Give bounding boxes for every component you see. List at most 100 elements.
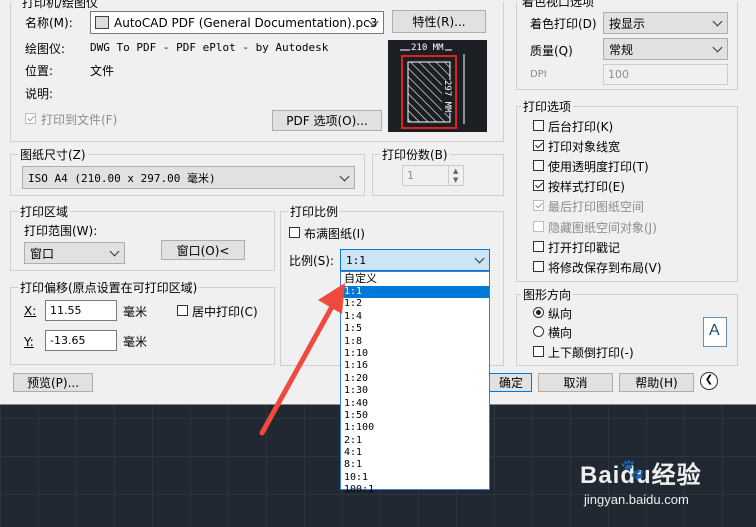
chevron-down-icon	[474, 253, 485, 264]
printer-group-title: 打印机/绘图仪	[22, 0, 99, 10]
orientation-page-icon: A	[703, 317, 727, 347]
plotter-label: 绘图仪:	[25, 42, 66, 56]
paper-size-value: ISO A4 (210.00 x 297.00 毫米)	[28, 171, 216, 185]
plot-option-checkbox[interactable]	[533, 200, 544, 212]
collapse-options-button[interactable]: ❮	[700, 372, 718, 390]
orientation-title: 图形方向	[521, 286, 574, 303]
portrait-label: 纵向	[548, 307, 573, 321]
scale-option[interactable]: 1:2	[341, 298, 489, 310]
scale-option[interactable]: 1:30	[341, 385, 489, 397]
plot-option-checkbox[interactable]	[533, 140, 544, 152]
shaded-viewport-title: 着色视口选项	[522, 0, 595, 9]
scale-option[interactable]: 1:4	[341, 311, 489, 323]
plot-to-file-label: 打印到文件(F)	[41, 113, 118, 127]
location-label: 位置:	[25, 64, 54, 78]
shade-plot-value: 按显示	[609, 16, 646, 31]
scale-value: 1:1	[346, 253, 366, 267]
scale-option[interactable]: 1:100	[341, 422, 489, 434]
copies-value: 1	[407, 169, 414, 182]
offset-x-input[interactable]: 11.55	[45, 300, 117, 321]
printer-name-label: 名称(M):	[25, 16, 73, 30]
plot-area-title: 打印区域	[18, 203, 71, 220]
quality-select[interactable]: 常规	[603, 38, 728, 60]
spin-down-icon: ▼	[453, 176, 459, 184]
upside-down-label: 上下颠倒打印(-)	[548, 346, 634, 360]
plot-options-title: 打印选项	[521, 98, 574, 115]
plot-option-checkbox[interactable]	[533, 180, 544, 192]
center-plot-checkbox[interactable]	[177, 305, 188, 316]
description-label: 说明:	[25, 87, 54, 101]
scale-label: 比例(S):	[289, 254, 335, 268]
scale-option[interactable]: 8:1	[341, 459, 489, 471]
offset-y-label: Y:	[24, 335, 34, 349]
help-button[interactable]: 帮助(H)	[619, 373, 694, 392]
plot-option-checkbox[interactable]	[533, 160, 544, 172]
scale-option[interactable]: 自定义	[341, 272, 489, 286]
plot-range-select[interactable]: 窗口	[24, 242, 125, 264]
fit-to-paper-checkbox[interactable]	[289, 227, 300, 238]
scale-option[interactable]: 1:40	[341, 398, 489, 410]
portrait-radio[interactable]	[533, 307, 544, 318]
offset-x-value: 11.55	[50, 304, 82, 317]
watermark-url: jingyan.baidu.com	[584, 492, 689, 507]
dpi-label: DPI	[530, 69, 547, 80]
scale-option[interactable]: 1:16	[341, 360, 489, 372]
orientation-letter: A	[709, 322, 720, 339]
copies-title: 打印份数(B)	[380, 146, 450, 163]
plot-option-checkbox[interactable]	[533, 120, 544, 131]
window-button[interactable]: 窗口(O)<	[161, 240, 245, 260]
plot-option-label: 打印对象线宽	[548, 140, 621, 155]
offset-y-input[interactable]: -13.65	[45, 330, 117, 351]
scale-option[interactable]: 1:8	[341, 336, 489, 348]
dpi-input[interactable]: 100	[603, 64, 728, 85]
scale-option[interactable]: 1:5	[341, 323, 489, 335]
fit-to-paper-label: 布满图纸(I)	[304, 227, 365, 241]
baidu-watermark: 🐾 Baidu经验 jingyan.baidu.com	[580, 455, 702, 507]
plot-option-checkbox[interactable]	[533, 260, 544, 272]
copies-spinner[interactable]: ▲ ▼	[448, 165, 464, 186]
plot-option-checkbox[interactable]	[533, 240, 544, 252]
scale-dropdown-list[interactable]: 自定义 1:1 1:2 1:4 1:5 1:8 1:10 1:16 1:20 1:30 1:40 1:…	[340, 271, 490, 495]
plot-option-checkbox[interactable]	[533, 220, 544, 232]
landscape-radio[interactable]	[533, 326, 544, 337]
upside-down-checkbox[interactable]	[533, 346, 544, 357]
quality-value: 常规	[609, 42, 634, 57]
properties-button[interactable]: 特性(R)...	[392, 10, 486, 33]
dpi-value: 100	[608, 68, 629, 81]
printer-name-value: AutoCAD PDF (General Documentation).pc3	[114, 15, 378, 30]
cancel-button[interactable]: 取消	[538, 373, 613, 392]
plot-offset-title: 打印偏移(原点设置在可打印区域)	[18, 279, 200, 296]
scale-option[interactable]: 2:1	[341, 435, 489, 447]
chevron-down-icon	[109, 246, 120, 257]
scale-option[interactable]: 1:20	[341, 373, 489, 385]
shade-plot-label: 着色打印(D)	[530, 17, 597, 31]
preview-height-label: 297 MM	[442, 80, 452, 113]
baidu-paw-icon: 🐾	[620, 457, 645, 481]
scale-option[interactable]: 1:10	[341, 348, 489, 360]
pdf-options-button[interactable]: PDF 选项(O)...	[272, 110, 382, 131]
plot-option-label: 使用透明度打印(T)	[548, 160, 649, 175]
plot-option-label: 后台打印(K)	[548, 120, 614, 134]
chevron-down-icon	[712, 16, 723, 27]
offset-y-unit: 毫米	[123, 335, 148, 349]
plot-offset-group	[10, 287, 275, 365]
scale-option[interactable]: 10:1	[341, 472, 489, 484]
plot-to-file-checkbox[interactable]	[25, 113, 36, 124]
shade-plot-select[interactable]: 按显示	[603, 12, 728, 34]
chevron-down-icon	[339, 171, 350, 181]
printer-name-select[interactable]: AutoCAD PDF (General Documentation).pc3	[90, 11, 384, 34]
scale-option[interactable]: 1:1	[341, 286, 489, 299]
plot-option-label: 打开打印戳记	[548, 240, 621, 255]
scale-option[interactable]: 4:1	[341, 447, 489, 459]
preview-button[interactable]: 预览(P)...	[13, 373, 93, 392]
scale-option[interactable]: 1:50	[341, 410, 489, 422]
paper-size-select[interactable]: ISO A4 (210.00 x 297.00 毫米)	[22, 166, 355, 189]
plot-range-label: 打印范围(W):	[24, 224, 98, 238]
offset-y-value: -13.65	[50, 334, 86, 347]
center-plot-label: 居中打印(C)	[192, 305, 258, 319]
scale-select[interactable]: 1:1	[340, 249, 490, 271]
scale-option[interactable]: 100:1	[341, 484, 489, 496]
spin-up-icon: ▲	[453, 167, 459, 175]
plot-option-label: 隐藏图纸空间对象(J)	[548, 220, 657, 235]
chevron-down-icon	[712, 42, 723, 53]
